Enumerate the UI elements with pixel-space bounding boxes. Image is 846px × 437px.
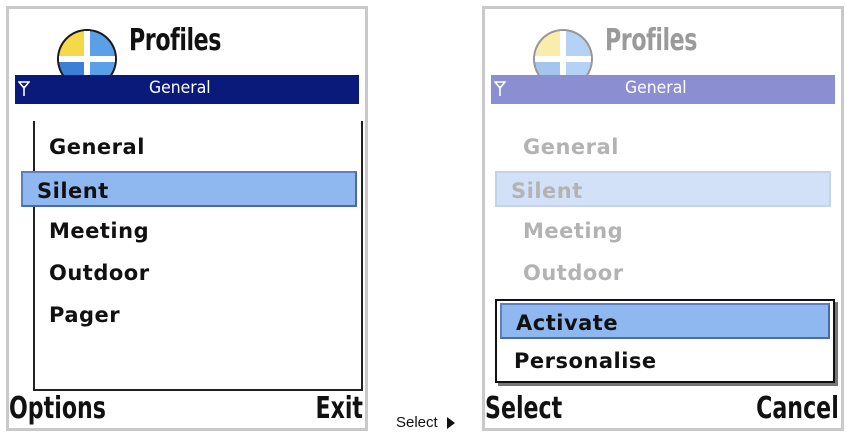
list-item-pager[interactable]: Pager — [35, 297, 365, 333]
signal-strength-icon — [18, 81, 30, 96]
list-item-general: General — [523, 135, 619, 159]
menu-item-activate[interactable]: Activate — [500, 303, 830, 339]
status-header-bar: General — [491, 75, 835, 104]
transition-select-label: Select — [396, 414, 438, 431]
list-item-silent-selected[interactable]: Silent — [21, 171, 357, 207]
phone-screen-profiles-list: Profiles General General Silent Meeting … — [6, 6, 368, 431]
list-item-outdoor[interactable]: Outdoor — [35, 255, 365, 291]
menu-item-personalise[interactable]: Personalise — [500, 343, 830, 379]
right-triangle-icon — [447, 417, 455, 429]
active-profile-label: General — [625, 78, 687, 98]
options-popup-menu: Activate Personalise — [495, 299, 835, 383]
phone-screen-profile-options: Profiles General General Silent Meeting … — [482, 6, 844, 431]
signal-strength-icon — [494, 81, 506, 96]
app-title: Profiles — [129, 23, 222, 58]
status-header-bar: General — [15, 75, 359, 104]
profile-list: General Silent Meeting Outdoor Pager — [21, 121, 363, 391]
select-softkey[interactable]: Select — [485, 391, 562, 426]
list-item-general[interactable]: General — [35, 129, 365, 165]
list-item-meeting: Meeting — [523, 219, 624, 243]
active-profile-label: General — [149, 78, 211, 98]
cancel-softkey[interactable]: Cancel — [756, 391, 839, 426]
list-item-meeting[interactable]: Meeting — [35, 213, 365, 249]
app-title: Profiles — [605, 23, 698, 58]
options-softkey[interactable]: Options — [9, 391, 106, 426]
list-item-outdoor: Outdoor — [523, 261, 624, 285]
exit-softkey[interactable]: Exit — [315, 391, 363, 426]
list-item-silent-selected: Silent — [495, 171, 831, 207]
